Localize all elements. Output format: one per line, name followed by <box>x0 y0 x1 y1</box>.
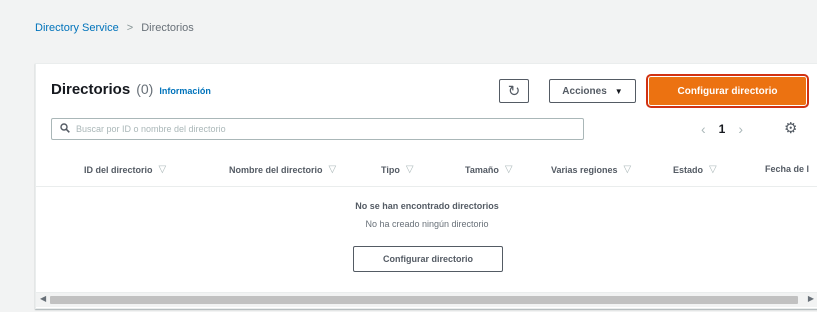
info-link[interactable]: Información <box>159 86 211 96</box>
horizontal-scrollbar[interactable]: ◀ ▶ <box>36 292 817 307</box>
search-box <box>51 118 584 140</box>
pagination: ‹ 1 › <box>701 121 743 137</box>
sort-icon: ▽ <box>504 164 513 175</box>
refresh-button[interactable]: ↻ <box>499 79 529 103</box>
column-label: Fecha de l <box>765 164 810 174</box>
search-icon <box>60 122 70 136</box>
caret-down-icon: ▼ <box>614 86 623 96</box>
configure-directory-button[interactable]: Configurar directorio <box>646 74 809 108</box>
search-input[interactable] <box>76 124 556 134</box>
column-label: Tipo <box>381 164 400 175</box>
actions-label: Acciones <box>562 85 607 97</box>
breadcrumb-separator-icon: > <box>126 22 134 34</box>
settings-gear-icon[interactable]: ⚙ <box>784 119 797 137</box>
scroll-right-icon[interactable]: ▶ <box>808 294 814 303</box>
table-header-row: ID del directorio ▽ Nombre del directori… <box>36 156 817 187</box>
column-label: ID del directorio <box>84 164 153 175</box>
sort-icon: ▽ <box>405 164 414 175</box>
breadcrumb: Directory Service > Directorios <box>35 22 194 34</box>
scroll-left-icon[interactable]: ◀ <box>40 294 46 303</box>
column-header-multi-region[interactable]: Varias regiones ▽ <box>551 164 631 175</box>
column-label: Estado <box>673 164 704 175</box>
empty-configure-directory-button[interactable]: Configurar directorio <box>353 246 503 272</box>
configure-directory-label: Configurar directorio <box>677 85 778 97</box>
refresh-icon: ↻ <box>507 83 521 100</box>
page-title: Directorios <box>51 81 131 98</box>
breadcrumb-current: Directorios <box>141 22 194 34</box>
pagination-next-icon[interactable]: › <box>738 121 743 137</box>
actions-dropdown[interactable]: Acciones ▼ <box>549 79 636 103</box>
column-label: Tamaño <box>465 164 499 175</box>
column-header-name[interactable]: Nombre del directorio ▽ <box>229 164 336 175</box>
pagination-current-page[interactable]: 1 <box>719 122 726 136</box>
empty-state-title: No se han encontrado directorios <box>355 201 499 211</box>
panel-header: Directorios (0) Información <box>51 81 211 98</box>
sort-icon: ▽ <box>328 164 337 175</box>
empty-configure-directory-label: Configurar directorio <box>382 254 473 264</box>
scrollbar-thumb[interactable] <box>50 296 798 304</box>
column-label: Varias regiones <box>551 164 618 175</box>
column-header-date[interactable]: Fecha de l <box>765 164 809 174</box>
column-header-id[interactable]: ID del directorio ▽ <box>84 164 166 175</box>
column-header-type[interactable]: Tipo ▽ <box>381 164 414 175</box>
sort-icon: ▽ <box>158 164 167 175</box>
sort-icon: ▽ <box>709 164 717 175</box>
directories-panel: Directorios (0) Información ↻ Acciones ▼… <box>35 63 817 309</box>
breadcrumb-link-directory-service[interactable]: Directory Service <box>35 22 119 34</box>
column-label: Nombre del directorio <box>229 164 323 175</box>
sort-icon: ▽ <box>623 164 632 175</box>
column-header-size[interactable]: Tamaño ▽ <box>465 164 513 175</box>
column-header-status[interactable]: Estado ▽ <box>673 164 717 175</box>
directory-count: (0) <box>136 81 154 97</box>
empty-state-subtitle: No ha creado ningún directorio <box>365 219 489 229</box>
pagination-prev-icon[interactable]: ‹ <box>701 121 706 137</box>
